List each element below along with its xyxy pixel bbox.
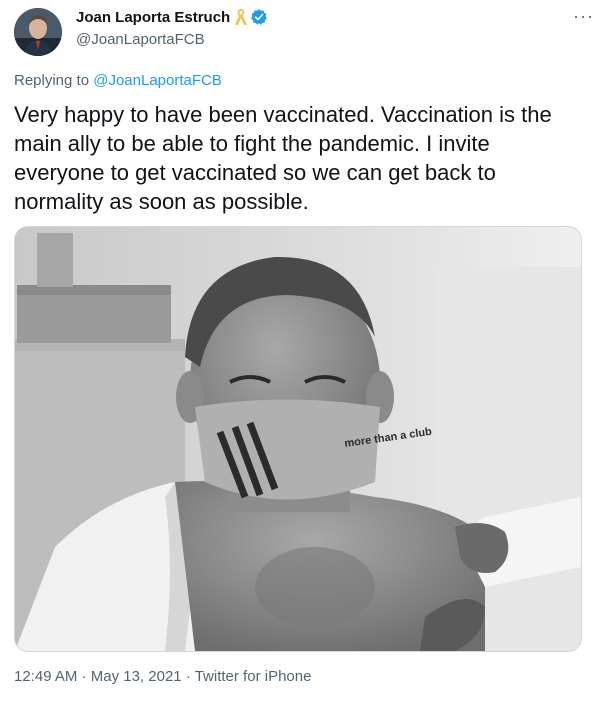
avatar-image	[14, 8, 62, 56]
tweet-source[interactable]: Twitter for iPhone	[195, 668, 312, 685]
more-horizontal-icon[interactable]: ···	[573, 6, 594, 27]
handle[interactable]: @JoanLaportaFCB	[76, 31, 205, 48]
meta-separator: ·	[81, 668, 87, 685]
yellow-ribbon-icon	[234, 8, 248, 26]
tweet-time[interactable]: 12:49 AM	[14, 668, 77, 685]
tweet-meta: 12:49 AM · May 13, 2021 · Twitter for iP…	[14, 668, 311, 685]
tweet-photo[interactable]: more than a club	[14, 226, 582, 652]
reply-prefix: Replying to	[14, 72, 90, 89]
meta-separator: ·	[185, 668, 191, 685]
tweet: Joan Laporta Estruch @JoanLaportaFCB ···…	[0, 0, 614, 701]
avatar[interactable]	[14, 8, 62, 56]
reply-mention-link[interactable]: @JoanLaportaFCB	[93, 72, 222, 89]
name-row: Joan Laporta Estruch	[76, 8, 268, 26]
tweet-text: Very happy to have been vaccinated. Vacc…	[14, 102, 552, 214]
verified-badge-icon	[250, 8, 268, 26]
display-name[interactable]: Joan Laporta Estruch	[76, 9, 230, 26]
tweet-date[interactable]: May 13, 2021	[91, 668, 182, 685]
vaccination-photo: more than a club	[15, 227, 581, 651]
reply-context: Replying to @JoanLaportaFCB	[14, 72, 222, 89]
